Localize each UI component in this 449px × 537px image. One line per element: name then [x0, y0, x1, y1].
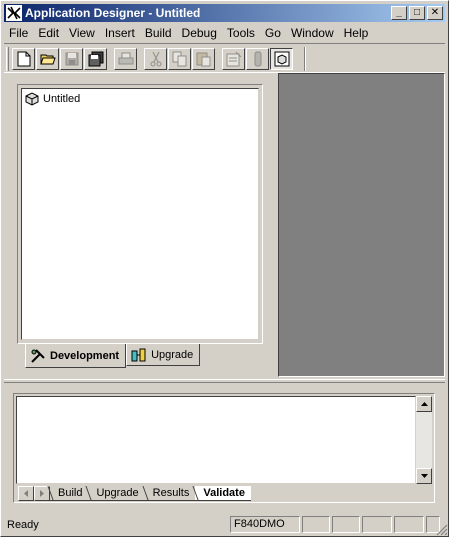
arrow-up-icon [420, 402, 428, 406]
status-cell [394, 516, 424, 533]
menu-build[interactable]: Build [140, 26, 177, 40]
cut-button[interactable] [144, 48, 167, 70]
status-text: Ready [7, 518, 39, 531]
status-cell [302, 516, 330, 533]
tab-scroll-left-button[interactable] [18, 485, 34, 501]
tab-validate[interactable]: Validate [195, 485, 251, 501]
tab-results[interactable]: Results [144, 486, 196, 501]
print-button[interactable] [114, 48, 137, 70]
arrow-right-icon [40, 489, 44, 497]
development-icon [31, 348, 45, 363]
project-workspace: Untitled Development Upgrade [7, 76, 273, 376]
mdi-client-area[interactable] [278, 73, 445, 377]
tab-upgrade[interactable]: Upgrade [126, 344, 201, 366]
save-button[interactable] [60, 48, 83, 70]
status-database: F840DMO [230, 516, 300, 533]
open-folder-icon [39, 54, 56, 65]
workspace-tabs: Development Upgrade [25, 344, 201, 368]
tab-development[interactable]: Development [25, 344, 127, 368]
menu-edit[interactable]: Edit [33, 26, 64, 40]
menu-file[interactable]: File [4, 26, 33, 40]
title-bar[interactable]: Application Designer - Untitled _ □ ✕ [4, 4, 445, 22]
properties-button[interactable] [222, 48, 245, 70]
project-tree[interactable]: Untitled [21, 88, 259, 340]
menu-go[interactable]: Go [260, 26, 286, 40]
new-icon [17, 51, 30, 67]
output-window: Build Upgrade Results Validate [13, 393, 435, 503]
save-icon [65, 52, 78, 66]
output-text-area[interactable] [16, 396, 416, 484]
application-window: Application Designer - Untitled _ □ ✕ Fi… [0, 0, 449, 537]
tree-item-untitled[interactable]: Untitled [24, 92, 80, 106]
output-tabs: Build Upgrade Results Validate [18, 485, 251, 501]
app-designer-icon [6, 5, 22, 21]
window-title: Application Designer - Untitled [25, 6, 201, 20]
toolbar-separator [304, 47, 306, 71]
standard-toolbar [12, 47, 294, 71]
pane-splitter[interactable] [4, 379, 445, 383]
print-icon [118, 52, 133, 65]
status-cell [362, 516, 392, 533]
toolbar-grip[interactable] [6, 47, 9, 71]
tab-upgrade-label: Upgrade [151, 348, 194, 361]
menu-window[interactable]: Window [286, 26, 339, 40]
tab-upgrade-output[interactable]: Upgrade [88, 486, 145, 501]
resize-grip-icon[interactable] [436, 524, 448, 536]
menu-view[interactable]: View [64, 26, 100, 40]
build-icon [254, 51, 261, 67]
paste-button[interactable] [192, 48, 215, 70]
arrow-down-icon [420, 474, 428, 478]
save-all-button[interactable] [84, 48, 107, 70]
minimize-button[interactable]: _ [391, 6, 407, 20]
cut-icon [150, 51, 161, 67]
scroll-up-button[interactable] [416, 396, 432, 412]
workspace-icon [274, 51, 289, 67]
menu-insert[interactable]: Insert [100, 26, 140, 40]
maximize-button[interactable]: □ [409, 6, 425, 20]
project-icon [25, 92, 39, 106]
workspace-toggle-button[interactable] [270, 48, 293, 70]
paste-icon [196, 52, 210, 67]
menu-bar: File Edit View Insert Build Debug Tools … [4, 24, 445, 42]
toolbar-area [4, 43, 445, 73]
menu-tools[interactable]: Tools [222, 26, 260, 40]
menu-debug[interactable]: Debug [177, 26, 222, 40]
new-button[interactable] [12, 48, 35, 70]
open-button[interactable] [36, 48, 59, 70]
close-button[interactable]: ✕ [427, 6, 443, 20]
output-vertical-scrollbar[interactable] [416, 396, 432, 484]
scroll-down-button[interactable] [416, 468, 432, 484]
status-cell [332, 516, 360, 533]
tab-build[interactable]: Build [50, 486, 89, 501]
copy-icon [172, 51, 186, 67]
upgrade-icon [131, 348, 146, 361]
arrow-left-icon [24, 489, 28, 497]
save-all-icon [88, 51, 103, 67]
properties-icon [226, 51, 241, 67]
copy-button[interactable] [168, 48, 191, 70]
status-bar: Ready F840DMO [4, 515, 445, 534]
tab-development-label: Development [50, 349, 120, 362]
menu-help[interactable]: Help [339, 26, 374, 40]
project-tree-frame: Untitled [17, 84, 263, 344]
tree-item-label: Untitled [43, 93, 81, 105]
build-button[interactable] [246, 48, 269, 70]
